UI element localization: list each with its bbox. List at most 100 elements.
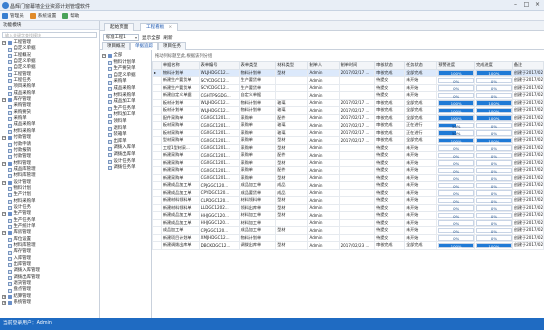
column-header[interactable]: 完成进度 — [474, 61, 513, 70]
table-row[interactable]: 板材计划单 WLJHDGC12... 物料计划单 玻璃 Admin 2017/02/17 … — [152, 98, 544, 107]
cell-task: 未开始 — [404, 233, 438, 242]
table-row[interactable]: 板材计划单 WLJHDGC12... 物料计划单 玻璃 Admin 2017/02/17 … — [152, 106, 544, 115]
table-row[interactable]: 新建项目计划单 XMJHDGC12... 物料计划单 Admin 待提交 未开始 0% 0% 创… — [152, 233, 544, 242]
cell-mat: 成品 — [275, 181, 309, 190]
folder-icon — [7, 294, 12, 299]
tab-start-page[interactable]: 起始页面 — [104, 23, 135, 31]
table-row[interactable]: 新建生产要货单 SCYCDGC12... 生产要货单 Admin 待提交 未开始 0% 0% 创… — [152, 83, 544, 92]
admin-button[interactable]: 管理员 — [2, 12, 24, 19]
table-row[interactable]: 新建采购单 CGXGC1201... 采购单 配件 Admin 待提交 未开始 0% 0% 创建于… — [152, 151, 544, 160]
expand-icon[interactable]: + — [2, 294, 6, 299]
maximize-icon[interactable]: □ — [522, 1, 531, 9]
table-row[interactable]: 成品加工单 CPJGGC120... 成品加工单 型材 Admin 待提交 未开始 0% 0% 创… — [152, 226, 544, 235]
progress-percent: 0% — [453, 206, 460, 211]
completion-progress-cell: 100% — [474, 136, 513, 145]
form-type-item[interactable]: 生产要货单 — [102, 66, 135, 73]
table-row[interactable]: 新建自定义单据 CGHTPSGDG... 自定义单据 Admin 待提交 未开始 0% 0% 创… — [152, 91, 544, 100]
table-row[interactable]: 新建成品加工单 HHJGGC120... 材料加工单 Admin 待提交 未开始 0% 0% 创… — [152, 218, 544, 227]
table-row[interactable]: 新建成品加工单 CPJGGC120... 成品加工单 成品 Admin 待提交 未开始 0% 0… — [152, 181, 544, 190]
column-header[interactable]: 表单类型 — [238, 61, 277, 70]
form-type-folder[interactable]: − 全部 — [102, 53, 135, 60]
column-header[interactable]: 备注 — [511, 61, 544, 70]
minimize-icon[interactable]: – — [511, 1, 520, 9]
column-header[interactable]: 制单人 — [307, 61, 340, 70]
module-search-input[interactable]: 输入关键字查找模块 — [2, 32, 97, 38]
table-row[interactable]: 新建采购单 CGXGC1201... 采购单 配件 Admin 待提交 未开始 0% 0% 创建于… — [152, 166, 544, 175]
document-icon — [8, 104, 12, 109]
table-row[interactable]: 板材采购单 CGXGC1201... 采购单 玻璃 Admin 2017/02/17 ..… — [152, 121, 544, 130]
table-row[interactable]: 新建采购单 CGXGC1201... 采购单 型材 Admin 待提交 未开始 0% 0% 创建于… — [152, 158, 544, 167]
table-row[interactable]: 新建生产要货单 SCYCDGC12... 生产要货单 Admin 待提交 未开始 0% 0% 创… — [152, 76, 544, 85]
cell-audit: 待提交 — [374, 173, 406, 182]
form-type-item[interactable]: 装箱单 — [102, 132, 135, 139]
table-row[interactable]: 型材采购单 CGXGC1201... 采购单 型材 Admin 2017/02/17 ..… — [152, 136, 544, 145]
table-row[interactable]: 新建材料领料单 LLDGC1202... 领料出库单 型材 Admin 待提交 未开始 0% 0… — [152, 203, 544, 212]
form-type-item[interactable]: 调拨入库单 — [102, 145, 135, 152]
warning-progress-bar: 50% — [438, 130, 474, 136]
warning-progress-bar: 0% — [438, 197, 474, 203]
table-row[interactable]: 新建成品加工单 HHJGGC120... 材料加工单 型材 Admin 待提交 未开始 0% 0… — [152, 211, 544, 220]
collapse-icon[interactable]: − — [2, 231, 6, 236]
collapse-icon[interactable]: − — [2, 41, 6, 46]
subtab-project-tasks[interactable]: 项目任务 — [158, 42, 186, 50]
collapse-icon[interactable]: − — [102, 54, 106, 59]
form-type-item[interactable]: 成品采购单 — [102, 86, 135, 93]
refresh-button[interactable]: 刷新 — [163, 35, 172, 41]
table-row[interactable]: 新建采购单 CGXGC1201... 采购单 型材 Admin 待提交 未开始 0% 0% 创建于… — [152, 173, 544, 182]
folder-icon — [7, 98, 12, 103]
tab-project-board[interactable]: 工程看板 × — [140, 23, 179, 31]
folder-icon — [7, 301, 12, 306]
column-header[interactable]: 材料类型 — [275, 61, 309, 70]
show-all-button[interactable]: 显示全部 — [142, 35, 160, 41]
tab-close-icon[interactable]: × — [168, 25, 172, 30]
cell-type: 领料出库单 — [238, 203, 277, 212]
column-header[interactable]: 制单时间 — [338, 61, 376, 70]
form-type-item[interactable]: 成品加工单 — [102, 99, 135, 106]
column-header[interactable]: 表单编号 — [198, 61, 240, 70]
folder-icon — [7, 41, 12, 46]
form-type-item[interactable]: 调拨任务单 — [102, 165, 135, 172]
table-row[interactable]: ▸ 物料计划单 WLJHDGC12... 物料计划单 型材 Admin 2017/02/17… — [152, 68, 544, 77]
subtab-project-overview[interactable]: 项目概况 — [102, 42, 130, 50]
table-row[interactable]: 新建调拨出库单 DBCKDGC12... 调拨出库单 型材 Admin 2017/02/2… — [152, 241, 544, 250]
cell-task: 未开始 — [404, 218, 438, 227]
help-button[interactable]: 帮助 — [62, 12, 79, 19]
subtab-document-tracking[interactable]: 单据追踪 — [130, 42, 158, 50]
cell-mat — [275, 91, 309, 100]
form-type-item[interactable]: 领料单 — [102, 119, 135, 126]
row-indicator — [152, 91, 162, 100]
cell-mat: 型材 — [275, 203, 309, 212]
row-indicator — [152, 113, 162, 122]
table-row[interactable]: 配件采购单 CGXGC1201... 采购单 配件 Admin 2017/02/17 ..… — [152, 113, 544, 122]
column-header[interactable]: 审核状态 — [374, 61, 406, 70]
document-icon — [8, 218, 12, 223]
column-header[interactable]: 预警进度 — [436, 61, 476, 70]
column-header[interactable]: 单据名称 — [160, 61, 200, 70]
document-icon — [108, 140, 112, 145]
form-type-item[interactable]: 调拨出库单 — [102, 152, 135, 159]
collapse-icon[interactable]: − — [2, 98, 6, 103]
cell-note: 创建于2017/02/... — [511, 233, 544, 242]
table-row[interactable]: 新建成品加工单 CPYDGC120... 成品要货单 成品 Admin 待提交 未开始 0% 0… — [152, 188, 544, 197]
expand-icon[interactable]: + — [2, 301, 6, 306]
project-select[interactable]: 标准工程1 — [103, 34, 139, 41]
table-row[interactable]: 新建材料领料单 CLPDGC120... 材料领料单 型材 Admin 待提交 未开始 0% 0… — [152, 196, 544, 205]
warning-progress-bar: 0% — [438, 182, 474, 188]
table-row[interactable]: 板材采购单 CGXGC1201... 采购单 玻璃 Admin 2017/02/17 ..… — [152, 128, 544, 137]
form-type-item[interactable]: 采购单 — [102, 79, 135, 86]
collapse-icon[interactable]: − — [2, 180, 6, 185]
collapse-icon[interactable]: − — [2, 161, 6, 166]
column-header[interactable]: 任务状态 — [404, 61, 438, 70]
warning-progress-bar: 0% — [438, 205, 474, 211]
system-settings-button[interactable]: 系统设置 — [29, 12, 56, 19]
table-row[interactable]: 工程1型材采... CGXGC1201... 采购单 型材 Admin 待提交 未开始 0% 0… — [152, 143, 544, 152]
form-type-item[interactable]: 材料加工单 — [102, 112, 135, 119]
module-tree-folder[interactable]: + 系统管理 — [2, 300, 99, 306]
document-icon — [8, 123, 12, 128]
collapse-icon[interactable]: − — [2, 212, 6, 217]
document-icon — [8, 237, 12, 242]
close-icon[interactable]: × — [533, 1, 542, 9]
progress-percent: 0% — [490, 213, 498, 219]
collapse-icon[interactable]: − — [2, 136, 6, 141]
document-icon — [8, 199, 12, 204]
